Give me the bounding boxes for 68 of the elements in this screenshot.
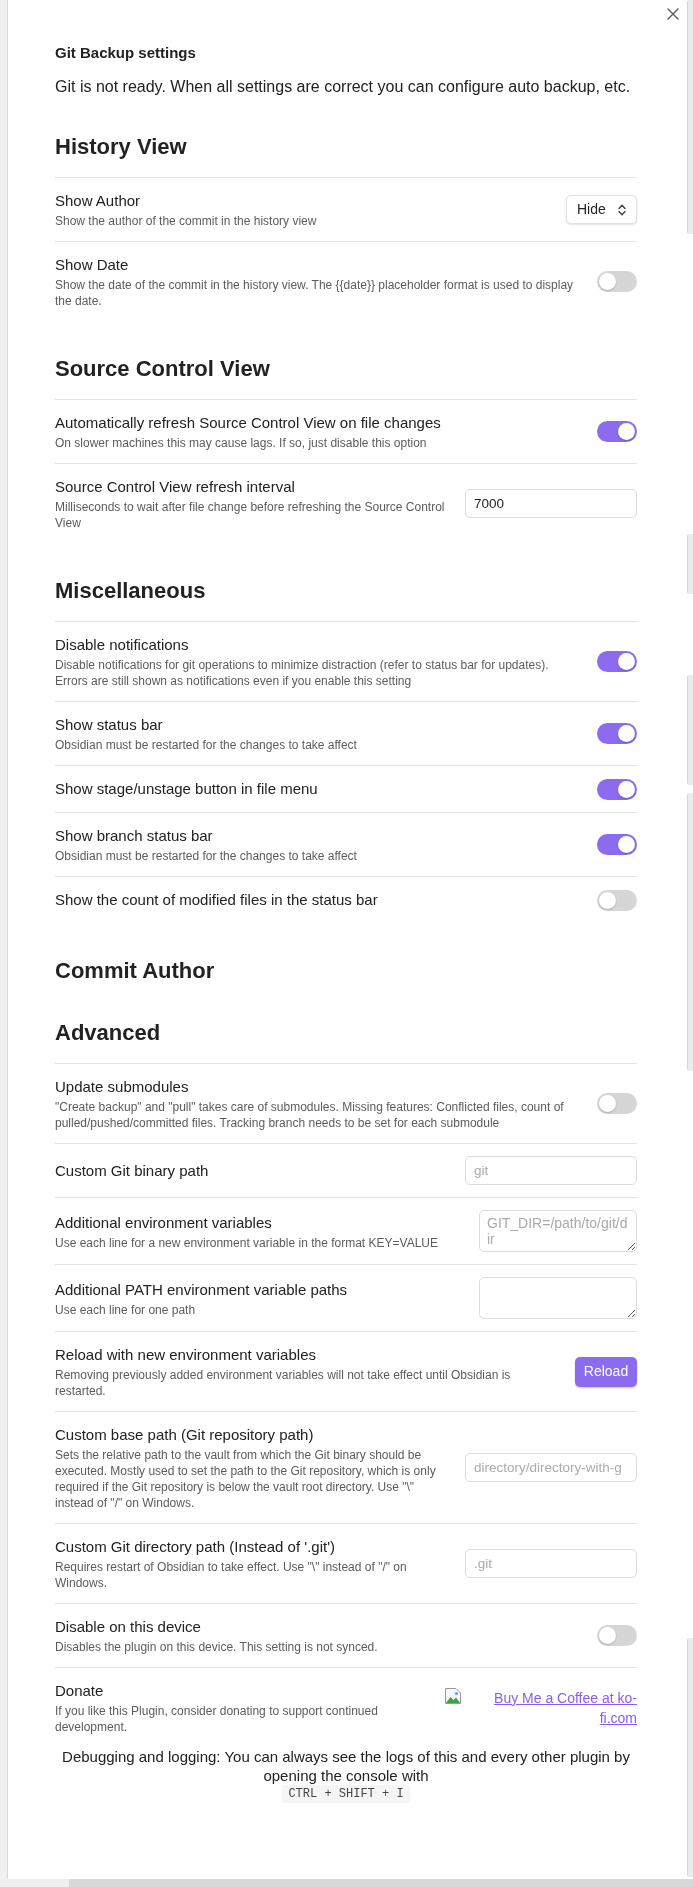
dropdown[interactable]: Hide (566, 195, 637, 224)
setting-name: Automatically refresh Source Control View on file changes (55, 413, 442, 433)
keyboard-shortcut: CTRL + SHIFT + I (282, 1785, 410, 1803)
setting-name: Reload with new environment variables (55, 1345, 317, 1365)
setting-name: Custom Git directory path (Instead of '.git') (55, 1537, 336, 1557)
setting-name: Additional PATH environment variable paths (55, 1279, 349, 1300)
chevron-up-down-icon (618, 203, 626, 216)
setting-description: Requires restart of Obsidian to take effect. Use "\" instead of "/" on Windows. (55, 1559, 408, 1591)
setting-description: Sets the relative path to the vault from which the Git binary should be executed. Mostly used to set the path to the Git repository, which is only required if the Git repository is below the vault root directory. Use "\" instead of "/" on Windows. (55, 1447, 437, 1511)
scrollbar-thumb[interactable] (687, 1638, 693, 1877)
section-heading: Source Control View (55, 355, 271, 383)
setting-name: Source Control View refresh interval (55, 477, 296, 497)
section-heading: Advanced (55, 1019, 162, 1047)
setting-name: Show Author (55, 191, 142, 211)
text-field[interactable]: .git (465, 1549, 637, 1578)
toggle-switch[interactable] (597, 1625, 637, 1646)
section-heading: Commit Author (55, 957, 216, 985)
setting-description: If you like this Plugin, consider donating to support continued development. (55, 1703, 379, 1735)
text-field[interactable]: git (465, 1156, 637, 1185)
section-heading: Miscellaneous (55, 577, 207, 605)
setting-description: Milliseconds to wait after file change before refreshing the Source Control View (55, 499, 445, 531)
setting-name: Show branch status bar (55, 826, 214, 846)
text-area[interactable] (479, 1277, 637, 1319)
setting-description: Use each line for one path (55, 1301, 197, 1318)
scrollbar-thumb[interactable] (687, 793, 693, 1071)
setting-name: Update submodules (55, 1077, 190, 1097)
setting-name: Disable notifications (55, 635, 190, 655)
setting-name: Donate (55, 1681, 105, 1701)
text-field[interactable]: directory/directory-with-g (465, 1453, 637, 1482)
setting-description: Disable notifications for git operations to minimize distraction (refer to status bar for updates). Errors are still shown as notifications even if you enable this setting (55, 657, 550, 689)
toggle-switch[interactable] (597, 889, 637, 911)
toggle-switch[interactable] (597, 778, 637, 800)
setting-description: Disables the plugin on this device. This setting is not synced. (55, 1639, 379, 1655)
setting-name: Additional environment variables (55, 1212, 273, 1233)
debug-note: Debugging and logging: You can always see the logs of this and every other plugin by opening the console with (61, 1747, 631, 1785)
toggle-switch[interactable] (597, 651, 637, 672)
setting-name: Show the count of modified files in the status bar (55, 890, 379, 910)
setting-name: Show Date (55, 255, 130, 275)
setting-name: Show stage/unstage button in file menu (55, 779, 319, 799)
toggle-switch[interactable] (597, 834, 637, 855)
setting-name: Custom base path (Git repository path) (55, 1425, 315, 1445)
status-message: Git is not ready. When all settings are correct you can configure auto backup, etc. (55, 77, 632, 97)
setting-description: Obsidian must be restarted for the changes to take affect (55, 737, 358, 753)
donate-link[interactable]: Buy Me a Coffee at ko-fi.com (485, 1687, 637, 1728)
setting-description: "Create backup" and "pull" takes care of submodules. Missing features: Conflicted files, count of pulled/pushed/committed files. Tracking branch needs to be set for each submodule (55, 1099, 565, 1131)
setting-description: Obsidian must be restarted for the changes to take affect (55, 848, 358, 864)
setting-description: Use each line for a new environment variable in the format KEY=VALUE (55, 1234, 439, 1251)
toggle-switch[interactable] (597, 421, 637, 442)
reload-button[interactable]: Reload (575, 1356, 637, 1387)
scrollbar-thumb[interactable] (687, 675, 693, 785)
setting-description: Show the author of the commit in the history view (55, 213, 318, 229)
setting-name: Custom Git binary path (55, 1160, 210, 1181)
section-heading: History View (55, 133, 188, 161)
setting-description: On slower machines this may cause lags. If so, just disable this option (55, 435, 428, 451)
toggle-switch[interactable] (597, 271, 637, 292)
toggle-switch[interactable] (597, 723, 637, 744)
setting-description: Show the date of the commit in the history view. The {{date}} placeholder format is used to display the date. (55, 277, 575, 309)
settings-title: Git Backup settings (55, 43, 197, 63)
text-area[interactable]: GIT_DIR=/path/to/git/dir (479, 1210, 637, 1252)
scrollbar-thumb[interactable] (687, 534, 693, 594)
toggle-switch[interactable] (597, 1093, 637, 1114)
setting-description: Removing previously added environment variables will not take effect until Obsidian is restarted. (55, 1367, 512, 1399)
close-icon (667, 8, 679, 20)
scrollbar-thumb[interactable] (687, 0, 693, 234)
text-field[interactable]: 7000 (465, 489, 637, 518)
setting-name: Disable on this device (55, 1617, 202, 1637)
broken-image-icon (445, 1687, 461, 1704)
setting-name: Show status bar (55, 715, 164, 735)
